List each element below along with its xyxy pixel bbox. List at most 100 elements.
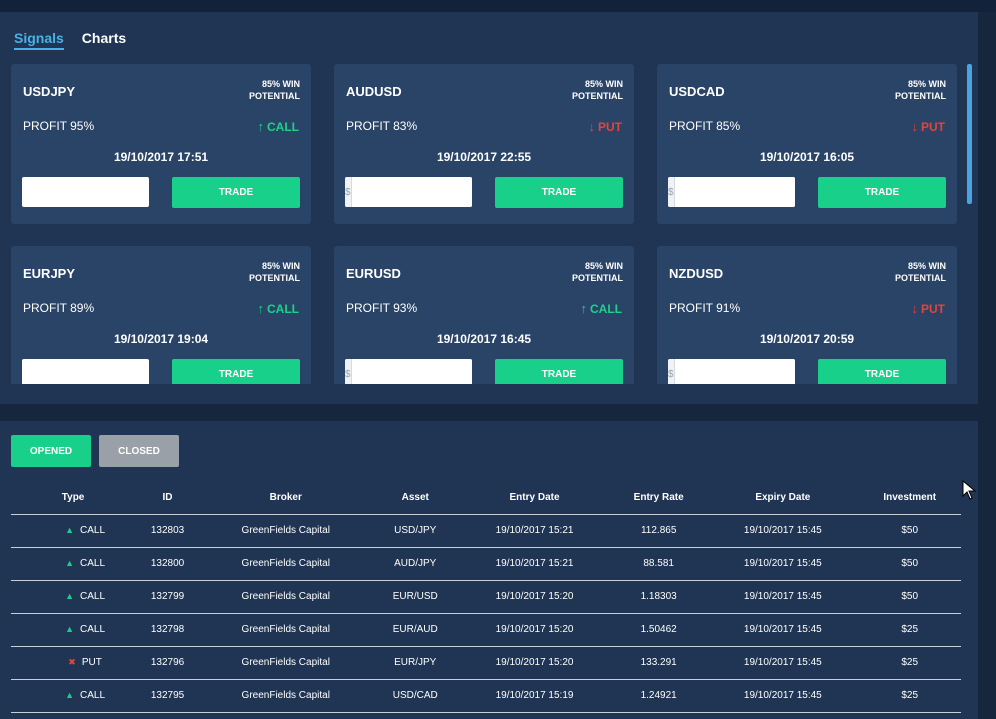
card-win-line1: 85% WIN bbox=[261, 261, 300, 271]
card-win-line1: 85% WIN bbox=[584, 261, 623, 271]
table-row[interactable]: ▲ CALL 132798 GreenFields Capital EUR/AUD 19/… bbox=[11, 613, 961, 647]
amount-input[interactable] bbox=[22, 359, 149, 384]
cell-entry-date: 19/10/2017 15:19 bbox=[458, 679, 611, 713]
card-win-potential: 85% WIN POTENTIAL bbox=[220, 78, 300, 102]
cell-expiry-date: 19/10/2017 15:45 bbox=[707, 514, 859, 548]
cell-id: 132803 bbox=[135, 514, 200, 548]
table-row[interactable]: ▲ CALL 132803 GreenFields Capital USD/JPY 19/… bbox=[11, 514, 961, 548]
card-pair: USDCAD bbox=[669, 84, 725, 99]
cell-asset: AUD/JPY bbox=[371, 547, 459, 581]
card-profit: PROFIT 93% bbox=[346, 301, 418, 315]
cards-scrollbar[interactable] bbox=[967, 64, 972, 384]
cell-expiry-date: 19/10/2017 15:45 bbox=[707, 580, 859, 614]
trade-button[interactable]: TRADE bbox=[495, 359, 623, 384]
card-date: 19/10/2017 22:55 bbox=[436, 150, 532, 164]
card-direction-label: CALL bbox=[267, 302, 299, 316]
card-profit: PROFIT 85% bbox=[669, 119, 741, 133]
type-label: CALL bbox=[80, 591, 106, 602]
cell-entry-rate: 112.865 bbox=[610, 514, 708, 548]
card-date: 19/10/2017 19:04 bbox=[113, 332, 209, 346]
cell-entry-date: 19/10/2017 15:21 bbox=[458, 514, 611, 548]
cell-entry-rate: 88.581 bbox=[610, 547, 708, 581]
amount-input[interactable] bbox=[674, 177, 795, 207]
card-win-potential: 85% WIN POTENTIAL bbox=[543, 78, 623, 102]
cell-broker: GreenFields Capital bbox=[199, 514, 372, 548]
tab-signals[interactable]: Signals bbox=[14, 30, 64, 50]
amount-input-group: $ ? bbox=[345, 359, 472, 384]
card-pair: EURUSD bbox=[346, 266, 401, 281]
card-pair: NZDUSD bbox=[669, 266, 724, 281]
card-win-line2: POTENTIAL bbox=[572, 273, 623, 283]
signal-card-eurusd: EURUSD 85% WIN POTENTIAL PROFIT 93% ↑ CA… bbox=[334, 246, 634, 384]
card-win-line2: POTENTIAL bbox=[895, 273, 946, 283]
column-header-asset: Asset bbox=[371, 481, 459, 515]
card-date: 19/10/2017 17:51 bbox=[113, 150, 209, 164]
closed-button[interactable]: CLOSED bbox=[99, 435, 179, 467]
call-triangle-icon: ▲ bbox=[65, 525, 75, 535]
cell-broker: GreenFields Capital bbox=[199, 679, 372, 713]
cell-expiry-date: 19/10/2017 15:45 bbox=[707, 613, 859, 647]
column-header-broker: Broker bbox=[199, 481, 372, 515]
amount-input-group: ? bbox=[22, 359, 149, 384]
signal-cards-viewport: USDJPY 85% WIN POTENTIAL PROFIT 95% ↑ CA… bbox=[0, 64, 966, 384]
card-direction: ↓ PUT bbox=[912, 120, 946, 134]
cell-entry-rate: 1.24921 bbox=[610, 679, 708, 713]
amount-input[interactable] bbox=[22, 177, 149, 207]
cell-id: 132798 bbox=[135, 613, 200, 647]
column-header-entry-rate: Entry Rate bbox=[610, 481, 708, 515]
card-direction: ↑ CALL bbox=[258, 120, 300, 134]
card-direction: ↑ CALL bbox=[581, 302, 623, 316]
card-direction-label: CALL bbox=[590, 302, 622, 316]
type-label: PUT bbox=[81, 657, 102, 668]
cell-entry-rate: 1.18303 bbox=[610, 580, 708, 614]
type-label: CALL bbox=[80, 690, 106, 701]
card-date: 19/10/2017 16:05 bbox=[759, 150, 855, 164]
orders-table: Type ID Broker Asset Entry Date Entry Rate Exp… bbox=[11, 481, 961, 713]
opened-button[interactable]: OPENED bbox=[11, 435, 91, 467]
column-header-entry-date: Entry Date bbox=[458, 481, 611, 515]
cell-entry-date: 19/10/2017 15:20 bbox=[458, 580, 611, 614]
tab-charts[interactable]: Charts bbox=[82, 30, 126, 50]
arrow-up-icon: ↑ bbox=[257, 119, 265, 134]
table-row[interactable]: ▲ CALL 132800 GreenFields Capital AUD/JPY 19/… bbox=[11, 547, 961, 581]
cell-type: ▲ CALL bbox=[11, 580, 136, 614]
amount-input[interactable] bbox=[674, 359, 795, 384]
amount-input[interactable] bbox=[351, 177, 472, 207]
trade-button[interactable]: TRADE bbox=[818, 359, 946, 384]
cell-expiry-date: 19/10/2017 15:45 bbox=[707, 547, 859, 581]
table-row[interactable]: ▲ CALL 132795 GreenFields Capital USD/CAD 19/… bbox=[11, 679, 961, 713]
trade-button[interactable]: TRADE bbox=[172, 359, 300, 384]
signal-card-usdcad: USDCAD 85% WIN POTENTIAL PROFIT 85% ↓ PU… bbox=[657, 64, 957, 224]
orders-body: ▲ CALL 132803 GreenFields Capital USD/JPY 19/… bbox=[11, 514, 961, 713]
card-direction: ↓ PUT bbox=[912, 302, 946, 316]
cell-id: 132796 bbox=[135, 646, 200, 680]
cards-scrollbar-thumb[interactable] bbox=[967, 64, 972, 204]
table-row[interactable]: ✖ PUT 132796 GreenFields Capital EUR/JPY 19/1… bbox=[11, 646, 961, 680]
signal-card-audusd: AUDUSD 85% WIN POTENTIAL PROFIT 83% ↓ PU… bbox=[334, 64, 634, 224]
cell-type: ▲ CALL bbox=[11, 514, 136, 548]
cell-expiry-date: 19/10/2017 15:45 bbox=[707, 679, 859, 713]
trade-button[interactable]: TRADE bbox=[818, 177, 946, 208]
trade-button[interactable]: TRADE bbox=[495, 177, 623, 208]
arrow-down-icon: ↓ bbox=[588, 119, 596, 134]
cell-broker: GreenFields Capital bbox=[199, 580, 372, 614]
amount-input-group: $ ? bbox=[668, 359, 795, 384]
card-win-potential: 85% WIN POTENTIAL bbox=[866, 260, 946, 284]
cell-asset: EUR/JPY bbox=[371, 646, 459, 680]
orders-header-row: Type ID Broker Asset Entry Date Entry Rate Exp… bbox=[11, 481, 961, 515]
amount-input-group: $ ? bbox=[668, 177, 795, 207]
cell-expiry-date: 19/10/2017 15:45 bbox=[707, 646, 859, 680]
card-direction-label: PUT bbox=[921, 120, 945, 134]
trade-button[interactable]: TRADE bbox=[172, 177, 300, 208]
table-row[interactable]: ▲ CALL 132799 GreenFields Capital EUR/USD 19/… bbox=[11, 580, 961, 614]
arrow-up-icon: ↑ bbox=[580, 301, 588, 316]
card-win-line2: POTENTIAL bbox=[249, 273, 300, 283]
amount-input[interactable] bbox=[351, 359, 472, 384]
cell-investment: $50 bbox=[858, 547, 961, 581]
call-triangle-icon: ▲ bbox=[65, 690, 75, 700]
type-label: CALL bbox=[80, 558, 106, 569]
card-win-line2: POTENTIAL bbox=[895, 91, 946, 101]
cell-broker: GreenFields Capital bbox=[199, 646, 372, 680]
card-win-potential: 85% WIN POTENTIAL bbox=[866, 78, 946, 102]
cell-id: 132795 bbox=[135, 679, 200, 713]
